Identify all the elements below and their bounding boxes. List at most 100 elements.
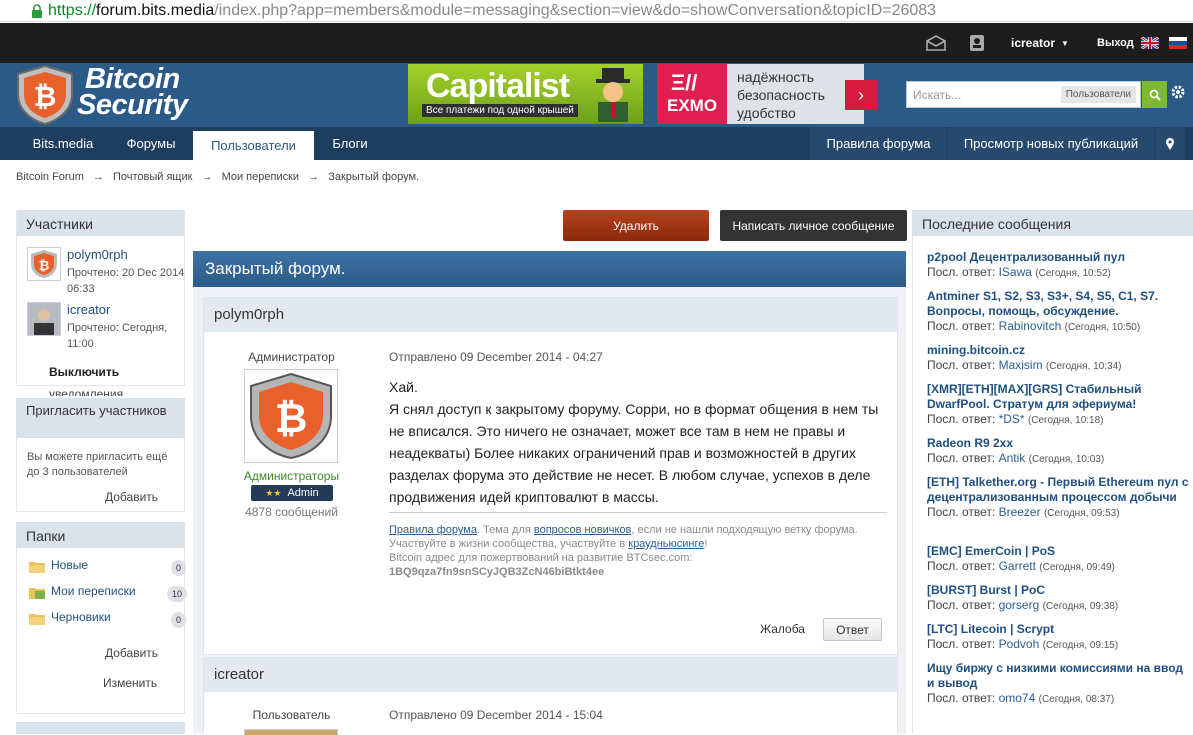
recent-topic-user[interactable]: Antik (999, 451, 1026, 465)
report-link[interactable]: Жалоба (760, 622, 805, 636)
signature-crowd-link[interactable]: краудньюсинге (628, 538, 704, 550)
recent-topic: Radeon R9 2xx Посл. ответ: Antik (Сегодн… (927, 436, 1189, 465)
recent-topic-meta: Посл. ответ: ISawa (Сегодня, 10:52) (927, 265, 1189, 279)
participant-name[interactable]: polym0rph (67, 247, 128, 262)
post-author[interactable]: icreator (204, 658, 897, 692)
ru-flag-icon[interactable] (1169, 23, 1187, 63)
chevron-right-icon[interactable]: › (845, 80, 877, 110)
svg-text:₿: ₿ (275, 396, 308, 442)
disable-notifications-link[interactable]: Выключить (49, 365, 119, 379)
invite-header: Пригласить участников (16, 398, 185, 438)
recent-topic-prefix: Посл. ответ: (927, 505, 996, 519)
search-scope[interactable]: Пользователи (1060, 86, 1136, 103)
folder-item[interactable]: Мои переписки 10 (29, 584, 188, 604)
lock-icon (28, 2, 46, 20)
browser-address-bar[interactable]: https://forum.bits.media/index.php?app=m… (0, 0, 1193, 22)
folder-count-badge: 10 (167, 586, 188, 602)
recent-topic-title[interactable]: Radeon R9 2xx (927, 436, 1189, 451)
invite-add-link[interactable]: Добавить (105, 490, 158, 504)
tab-forum-rules[interactable]: Правила форума (810, 127, 947, 160)
recent-topic-title[interactable]: [EMC] EmerCoin | PoS (927, 544, 1189, 559)
recent-topic-time: (Сегодня, 09:53) (1043, 508, 1120, 519)
folder-label: Черновики (51, 610, 111, 624)
exmo-ad-line: надёжность (737, 69, 815, 85)
recent-topic-user[interactable]: Breezer (999, 505, 1041, 519)
map-pin-icon[interactable] (1155, 127, 1185, 160)
recent-topic-title[interactable]: [LTC] Litecoin | Scrypt (927, 622, 1189, 637)
search-input[interactable]: Искать... (913, 88, 961, 102)
post-author[interactable]: polym0rph (204, 298, 897, 332)
signature-newbies-link[interactable]: вопросов новичков (534, 524, 631, 536)
recent-topic-title[interactable]: [BURST] Burst | PoC (927, 583, 1189, 598)
recent-topic: [XMR][ETH][MAX][GRS] Стабильный DwarfPoo… (927, 382, 1189, 426)
tab-blogs[interactable]: Блоги (314, 127, 386, 160)
tab-new-content[interactable]: Просмотр новых публикаций (948, 127, 1154, 160)
search-button[interactable] (1142, 81, 1167, 108)
post-author-role: Администратор (248, 350, 335, 364)
recent-topic-user[interactable]: Podvoh (999, 637, 1040, 651)
recent-topic-user[interactable]: Garrett (999, 559, 1036, 573)
post-body-line: Хай. (389, 379, 418, 395)
avatar[interactable] (27, 302, 61, 336)
post-author-avatar[interactable] (244, 729, 338, 735)
recent-topic-prefix: Посл. ответ: (927, 319, 996, 333)
exmo-ad-banner[interactable]: Ξ// EXMO надёжность безопасность удобств… (657, 64, 877, 124)
recent-topic-user[interactable]: Maxisim (999, 358, 1043, 372)
site-logo[interactable]: ₿ Bitcoin Security (15, 63, 195, 127)
breadcrumb-link[interactable]: Мои переписки (222, 171, 299, 183)
recent-topic-user[interactable]: *DS* (999, 412, 1025, 426)
post-author-avatar[interactable]: ₿ (244, 369, 338, 463)
capitalist-ad-banner[interactable]: Capitalist Все платежи под одной крышей (408, 64, 643, 124)
delete-button[interactable]: Удалить (563, 210, 709, 241)
recent-topic-title[interactable]: Antminer S1, S2, S3, S3+, S4, S5, C1, S7… (927, 289, 1189, 319)
tab-forums[interactable]: Форумы (110, 127, 192, 160)
recent-topic-user[interactable]: omo74 (999, 691, 1036, 705)
logout-link[interactable]: Выход (1097, 23, 1134, 63)
breadcrumb-link[interactable]: Почтовый ящик (113, 171, 192, 183)
search-box[interactable]: Искать... Пользователи (906, 81, 1141, 108)
recent-topic-user[interactable]: Rabinovitch (999, 319, 1062, 333)
recent-topic-user[interactable]: gorserg (999, 598, 1040, 612)
recent-topic-prefix: Посл. ответ: (927, 412, 996, 426)
recent-posts-title: Последние сообщения (912, 210, 1193, 236)
star-icon: ★★ (265, 487, 282, 498)
recent-topic: mining.bitcoin.cz Посл. ответ: Maxisim (… (927, 343, 1189, 372)
signature-btc-address[interactable]: 1BQ9qza7fn9snSCyJQB3ZcN46biBtkt4ee (389, 565, 887, 579)
inbox-icon[interactable] (926, 23, 946, 63)
uk-flag-icon[interactable] (1141, 23, 1159, 63)
breadcrumb-link[interactable]: Bitcoin Forum (16, 171, 84, 183)
recent-topic-title[interactable]: mining.bitcoin.cz (927, 343, 1189, 358)
tab-users[interactable]: Пользователи (193, 131, 314, 160)
tab-bits-media[interactable]: Bits.media (16, 127, 110, 160)
main-nav: Bits.media Форумы Пользователи Блоги Пра… (0, 127, 1193, 160)
folder-item[interactable]: Черновики 0 (29, 610, 187, 630)
user-bar: icreator ▼ Выход (0, 23, 1193, 63)
exmo-mark-icon: Ξ// (671, 70, 698, 95)
folder-edit-link[interactable]: Изменить (103, 676, 157, 690)
recent-topic-user[interactable]: ISawa (999, 265, 1032, 279)
folder-item[interactable]: Новые 0 (29, 558, 187, 578)
post-author-badge: ★★ Admin (251, 485, 333, 501)
recent-topic: Ищу биржу с низкими комиссиями на ввод и… (927, 661, 1189, 705)
reply-button[interactable]: Ответ (823, 618, 882, 641)
participant-name[interactable]: icreator (67, 302, 110, 317)
exmo-ad-text: надёжность безопасность удобство (737, 68, 825, 122)
recent-topic-title[interactable]: p2pool Децентрализованный пул (927, 250, 1189, 265)
post: polym0rph Администратор ₿ Администраторы… (203, 297, 898, 655)
write-message-button[interactable]: Написать личное сообщение (720, 210, 907, 241)
url-path: /index.php?app=members&module=messaging&… (214, 1, 937, 19)
signature-text: . Тема для (476, 524, 534, 536)
gear-icon[interactable] (1170, 84, 1186, 103)
folder-add-link[interactable]: Добавить (105, 646, 158, 660)
signature-rules-link[interactable]: Правила форума (389, 524, 477, 536)
recent-topic-time: (Сегодня, 10:52) (1035, 268, 1111, 279)
recent-topic: [LTC] Litecoin | Scrypt Посл. ответ: Pod… (927, 622, 1189, 651)
user-menu[interactable]: icreator ▼ (1011, 23, 1069, 63)
recent-topic: [EMC] EmerCoin | PoS Посл. ответ: Garret… (927, 544, 1189, 573)
recent-topic-title[interactable]: [ETH] Talkether.org - Первый Ethereum пу… (927, 475, 1189, 505)
recent-topic-title[interactable]: [XMR][ETH][MAX][GRS] Стабильный DwarfPoo… (927, 382, 1189, 412)
avatar[interactable]: ₿ (27, 247, 61, 281)
folders-box: Новые 0 Мои переписки 10 Черновики 0 Доб… (16, 548, 188, 714)
recent-topic-title[interactable]: Ищу биржу с низкими комиссиями на ввод и… (927, 661, 1189, 691)
profile-card-icon[interactable] (970, 23, 984, 63)
